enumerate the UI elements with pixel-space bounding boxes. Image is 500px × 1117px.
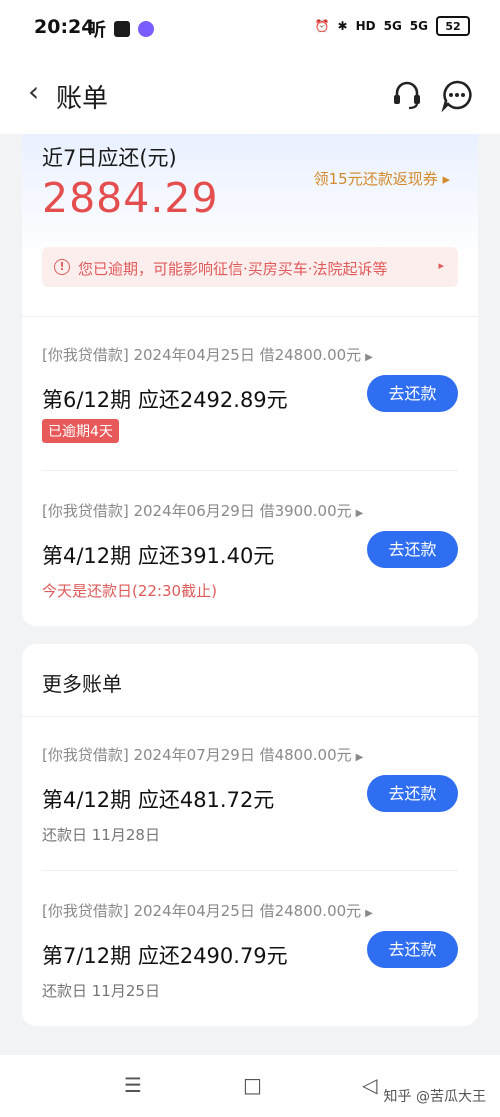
signal-5g-1: 5G	[383, 19, 402, 33]
chevron-right-icon: ▶	[355, 752, 364, 763]
signal-5g-2: 5G	[409, 19, 428, 33]
alarm-icon: ⏰	[314, 19, 330, 33]
bill-item[interactable]: [你我贷借款] 2024年04月25日 借24800.00元 ▶ 第7/12期 应…	[42, 900, 458, 1010]
status-bar: 20:24 听 ⏰ ✱ HD 5G 5G 52	[0, 0, 500, 56]
section-divider	[22, 716, 478, 717]
bill-item[interactable]: [你我贷借款] 2024年07月29日 借4800.00元 ▶ 第4/12期 应还…	[42, 744, 458, 854]
bill-item[interactable]: [你我贷借款] 2024年06月29日 借3900.00元 ▶ 第4/12期 应还…	[42, 500, 458, 610]
menu-icon[interactable]: ☰	[124, 1073, 142, 1097]
watermark: 知乎 @苦瓜大王	[383, 1089, 486, 1105]
page-title: 账单	[56, 84, 109, 114]
repay-button[interactable]: 去还款	[367, 931, 458, 968]
notification-app-icon-2	[138, 21, 154, 37]
repay-button[interactable]: 去还款	[367, 375, 458, 412]
repayment-date: 还款日 11月28日	[42, 826, 160, 844]
bill-period: 第7/12期 应还2490.79元	[42, 944, 288, 968]
music-app-icon: 听	[88, 20, 106, 41]
status-indicators: ⏰ ✱ HD 5G 5G 52	[315, 16, 470, 36]
due-today-note: 今天是还款日(22:30截止)	[42, 582, 217, 600]
due-amount: 2884.29	[42, 174, 219, 222]
bill-divider	[42, 870, 458, 871]
back-nav-icon[interactable]: ◁	[362, 1073, 377, 1097]
due-summary-title: 近7日应还(元)	[42, 146, 177, 170]
section-divider	[22, 316, 478, 317]
overdue-warning-text: 您已逾期，可能影响征信·买房买车·法院起诉等	[78, 260, 388, 278]
chevron-right-icon: ▶	[365, 352, 373, 363]
chevron-right-icon: ▶	[355, 508, 364, 519]
bill-meta[interactable]: [你我贷借款] 2024年06月29日 借3900.00元 ▶	[42, 500, 363, 521]
bill-meta[interactable]: [你我贷借款] 2024年04月25日 借24800.00元 ▶	[42, 900, 373, 921]
more-bills-card: 更多账单 [你我贷借款] 2024年07月29日 借4800.00元 ▶ 第4/1…	[22, 644, 478, 1026]
chat-icon[interactable]	[440, 78, 474, 112]
warning-icon: !	[54, 259, 70, 275]
overdue-badge: 已逾期4天	[42, 419, 119, 443]
due-bills-card: 近7日应还(元) 2884.29 领15元还款返现券 ▸ ! 您已逾期，可能影响…	[22, 134, 478, 626]
status-time: 20:24	[34, 16, 95, 38]
bill-item[interactable]: [你我贷借款] 2024年04月25日 借24800.00元 ▶ 第6/12期 应…	[42, 344, 458, 454]
battery-icon: 52	[436, 16, 470, 36]
page-header: ‹ 账单	[0, 56, 500, 134]
bill-period: 第4/12期 应还481.72元	[42, 788, 275, 812]
bill-meta[interactable]: [你我贷借款] 2024年04月25日 借24800.00元 ▶	[42, 344, 373, 365]
notification-app-icon	[114, 21, 130, 37]
status-app-icons: 听	[88, 16, 154, 42]
bill-divider	[42, 470, 458, 471]
repayment-date: 还款日 11月25日	[42, 982, 160, 1000]
bill-period: 第6/12期 应还2492.89元	[42, 388, 288, 412]
bill-meta[interactable]: [你我贷借款] 2024年07月29日 借4800.00元 ▶	[42, 744, 363, 765]
bluetooth-icon: ✱	[337, 19, 348, 33]
back-icon[interactable]: ‹	[28, 78, 39, 106]
hd-indicator: HD	[355, 19, 376, 33]
overdue-warning-banner[interactable]: ! 您已逾期，可能影响征信·买房买车·法院起诉等 ▸	[42, 247, 458, 287]
repay-button[interactable]: 去还款	[367, 531, 458, 568]
repay-button[interactable]: 去还款	[367, 775, 458, 812]
home-icon[interactable]: □	[243, 1073, 262, 1097]
chevron-right-icon: ▶	[365, 908, 373, 919]
bill-period: 第4/12期 应还391.40元	[42, 544, 275, 568]
chevron-right-icon: ▸	[438, 259, 444, 272]
more-bills-title: 更多账单	[42, 672, 122, 696]
headset-icon[interactable]	[390, 78, 424, 112]
cashback-coupon-link[interactable]: 领15元还款返现券 ▸	[314, 168, 450, 189]
